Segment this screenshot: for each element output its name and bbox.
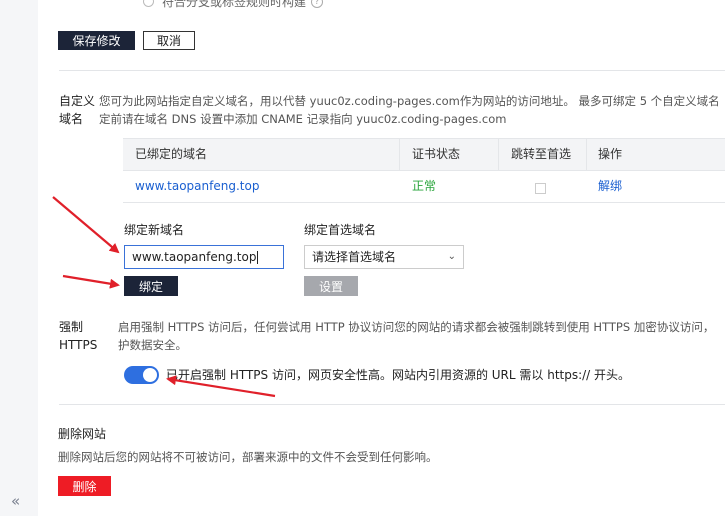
bound-domains-table: 已绑定的域名 证书状态 跳转至首选 操作 www.taopanfeng.top … (123, 138, 725, 203)
collapse-sidebar-icon[interactable]: « (11, 493, 20, 509)
build-rule-option[interactable]: 符合分支或标签规则时构建 ? (143, 0, 324, 10)
custom-domain-label-line1: 自定义 (59, 94, 96, 108)
https-desc-line2: 护数据安全。 (118, 338, 187, 352)
bind-button[interactable]: 绑定 (124, 276, 178, 296)
toggle-knob (143, 368, 157, 382)
help-icon[interactable]: ? (311, 0, 324, 8)
header-action: 操作 (598, 147, 623, 161)
custom-domain-desc-line2: 定前请在域名 DNS 设置中添加 CNAME 记录指向 yuuc0z.codin… (99, 112, 507, 126)
https-toggle-text: 已开启强制 HTTPS 访问，网页安全性高。网站内引用资源的 URL 需以 ht… (166, 368, 631, 382)
table-header: 已绑定的域名 证书状态 跳转至首选 操作 (123, 138, 725, 171)
cert-status-badge: 正常 (412, 179, 437, 193)
bind-new-domain-label: 绑定新域名 (124, 223, 185, 237)
new-domain-input-value: www.taopanfeng.top (132, 250, 257, 264)
annotation-arrow-bind (62, 274, 120, 289)
header-cert-status: 证书状态 (412, 147, 461, 161)
https-label-line1: 强制 (59, 320, 84, 334)
preferred-domain-select-value: 请选择首选域名 (312, 250, 397, 264)
https-label-line2: HTTPS (59, 338, 98, 352)
build-rule-label: 符合分支或标签规则时构建 (162, 0, 307, 9)
left-sidebar-rail: « (0, 0, 38, 516)
section-divider (59, 70, 725, 71)
preferred-domain-label: 绑定首选域名 (304, 223, 377, 237)
custom-domain-desc-line1: 您可为此网站指定自定义域名，用以代替 yuuc0z.coding-pages.c… (99, 94, 720, 108)
unbind-link[interactable]: 解绑 (598, 171, 622, 202)
set-preferred-button[interactable]: 设置 (304, 276, 358, 296)
radio-icon[interactable] (143, 0, 154, 7)
redirect-checkbox[interactable] (535, 183, 546, 194)
chevron-down-icon: ⌄ (447, 251, 456, 262)
save-changes-button[interactable]: 保存修改 (58, 31, 135, 50)
custom-domain-label-line2: 域名 (59, 112, 84, 126)
table-row: www.taopanfeng.top 正常 解绑 (123, 171, 725, 203)
bound-domain-link[interactable]: www.taopanfeng.top (135, 171, 259, 202)
delete-site-title: 删除网站 (58, 427, 107, 441)
force-https-toggle[interactable] (124, 366, 159, 384)
header-domain: 已绑定的域名 (135, 147, 208, 161)
annotation-arrow-input (52, 196, 120, 254)
new-domain-input[interactable]: www.taopanfeng.top (124, 245, 284, 269)
section-divider (59, 404, 725, 405)
cancel-button[interactable]: 取消 (143, 31, 195, 50)
preferred-domain-select[interactable]: 请选择首选域名 ⌄ (304, 245, 464, 269)
delete-site-button[interactable]: 删除 (58, 476, 111, 496)
header-redirect: 跳转至首选 (511, 147, 572, 161)
https-desc-line1: 启用强制 HTTPS 访问后，任何尝试用 HTTP 协议访问您的网站的请求都会被… (118, 320, 715, 334)
delete-site-desc: 删除网站后您的网站将不可被访问，部署来源中的文件不会受到任何影响。 (58, 450, 438, 464)
